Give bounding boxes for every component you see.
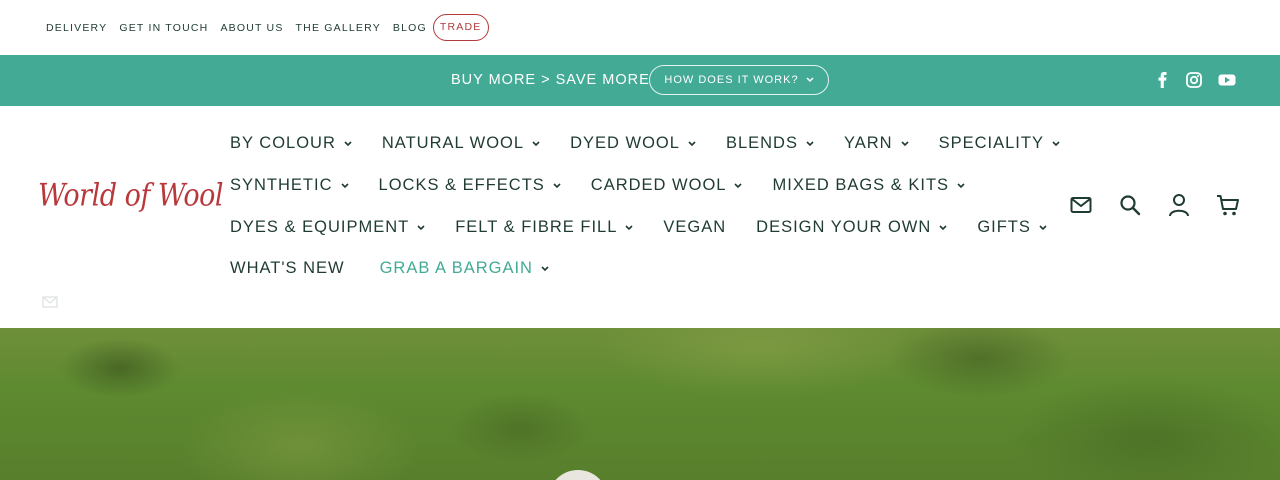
account-icon[interactable]	[1166, 192, 1192, 218]
nav-label: GRAB A BARGAIN	[379, 259, 533, 277]
trade-button[interactable]: TRADE	[432, 14, 489, 41]
gallery-link[interactable]: THE GALLERY	[296, 22, 381, 34]
nav-label: GIFTS	[977, 218, 1031, 236]
nav-yarn[interactable]: YARN	[844, 134, 909, 153]
main-nav-row-4: WHAT'S NEW GRAB A BARGAIN	[230, 259, 579, 278]
promo-bar: BUY MORE > SAVE MORE HOW DOES IT WORK?	[0, 55, 1280, 106]
chevron-down-icon	[340, 182, 349, 188]
site-header: World of Wool BY COLOUR NATURAL WOOL DYE…	[0, 106, 1280, 328]
nav-speciality[interactable]: SPECIALITY	[939, 134, 1060, 153]
chevron-down-icon	[625, 224, 633, 230]
search-icon[interactable]	[1117, 192, 1143, 218]
nav-label: SPECIALITY	[938, 134, 1044, 152]
delivery-link[interactable]: DELIVERY	[46, 22, 107, 34]
nav-label: DYES & EQUIPMENT	[230, 218, 410, 236]
cart-icon[interactable]	[1215, 192, 1241, 218]
nav-dyes-equipment[interactable]: DYES & EQUIPMENT	[230, 218, 425, 237]
chevron-down-icon	[532, 140, 540, 146]
nav-blends[interactable]: BLENDS	[726, 134, 814, 153]
header-actions	[1068, 192, 1264, 218]
chevron-down-icon	[734, 182, 743, 188]
nav-label: CARDED WOOL	[590, 176, 727, 194]
facebook-icon[interactable]	[1156, 72, 1168, 88]
blog-link[interactable]: BLOG	[393, 22, 427, 34]
nav-natural-wool[interactable]: NATURAL WOOL	[382, 134, 540, 153]
nav-gifts[interactable]: GIFTS	[977, 218, 1047, 237]
chevron-down-icon	[806, 77, 814, 83]
nav-label: WHAT'S NEW	[230, 259, 345, 277]
utility-nav: DELIVERY GET IN TOUCH ABOUT US THE GALLE…	[46, 14, 489, 41]
how-does-it-work-button[interactable]: HOW DOES IT WORK?	[649, 65, 829, 95]
get-in-touch-link[interactable]: GET IN TOUCH	[119, 22, 208, 34]
nav-vegan[interactable]: VEGAN	[663, 218, 726, 237]
chevron-down-icon	[1039, 224, 1047, 230]
nav-label: VEGAN	[663, 218, 727, 236]
mail-icon[interactable]	[1068, 192, 1094, 218]
nav-dyed-wool[interactable]: DYED WOOL	[570, 134, 696, 153]
chevron-down-icon	[553, 182, 561, 188]
faded-mail-icon	[42, 296, 58, 308]
nav-synthetic[interactable]: SYNTHETIC	[230, 176, 349, 195]
chevron-down-icon	[541, 265, 549, 271]
chevron-down-icon	[901, 140, 909, 146]
instagram-icon[interactable]	[1186, 72, 1202, 88]
nav-label: FELT & FIBRE FILL	[455, 218, 618, 236]
main-nav-row-2: SYNTHETIC LOCKS & EFFECTS CARDED WOOL MI…	[230, 176, 995, 195]
sheep-shape	[548, 470, 608, 480]
nav-design-your-own[interactable]: DESIGN YOUR OWN	[756, 218, 947, 237]
nav-label: LOCKS & EFFECTS	[378, 176, 545, 194]
nav-label: MIXED BAGS & KITS	[772, 176, 950, 194]
chevron-down-icon	[957, 182, 965, 188]
nav-label: YARN	[843, 134, 893, 152]
nav-felt-fibre-fill[interactable]: FELT & FIBRE FILL	[455, 218, 633, 237]
nav-label: NATURAL WOOL	[381, 134, 525, 152]
main-nav-row-3: DYES & EQUIPMENT FELT & FIBRE FILL VEGAN…	[230, 218, 1077, 237]
nav-label: BLENDS	[725, 134, 798, 152]
chevron-down-icon	[417, 224, 425, 230]
nav-label: DYED WOOL	[570, 134, 680, 152]
about-us-link[interactable]: ABOUT US	[220, 22, 283, 34]
nav-locks-effects[interactable]: LOCKS & EFFECTS	[379, 176, 561, 195]
main-nav-row-1: BY COLOUR NATURAL WOOL DYED WOOL BLENDS …	[230, 134, 1090, 153]
nav-grab-a-bargain[interactable]: GRAB A BARGAIN	[380, 259, 549, 278]
hero-image-grass-field	[0, 328, 1280, 480]
nav-by-colour[interactable]: BY COLOUR	[230, 134, 352, 153]
logo-wordmark: World of Wool	[38, 178, 223, 214]
chevron-down-icon	[939, 224, 947, 230]
chevron-down-icon	[806, 140, 814, 146]
chevron-down-icon	[688, 140, 696, 146]
world-of-wool-logo[interactable]: World of Wool	[38, 178, 223, 228]
nav-label: BY COLOUR	[230, 134, 336, 152]
nav-label: DESIGN YOUR OWN	[756, 218, 932, 236]
nav-mixed-bags-kits[interactable]: MIXED BAGS & KITS	[772, 176, 965, 195]
nav-whats-new[interactable]: WHAT'S NEW	[230, 259, 345, 278]
chevron-down-icon	[344, 140, 352, 146]
utility-bar: DELIVERY GET IN TOUCH ABOUT US THE GALLE…	[0, 0, 1280, 55]
youtube-icon[interactable]	[1218, 72, 1236, 88]
nav-carded-wool[interactable]: CARDED WOOL	[591, 176, 743, 195]
chevron-down-icon	[1052, 140, 1060, 146]
promo-button-label: HOW DOES IT WORK?	[664, 74, 799, 86]
promo-text: BUY MORE > SAVE MORE	[451, 72, 650, 88]
nav-label: SYNTHETIC	[230, 176, 333, 194]
